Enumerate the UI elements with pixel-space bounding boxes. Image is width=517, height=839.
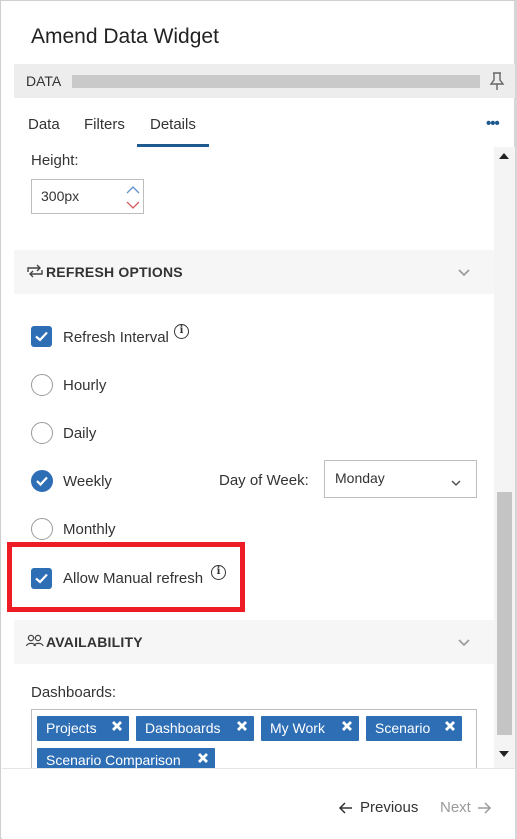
radio-hourly-label: Hourly — [63, 377, 107, 394]
tag-projects: Projects — [37, 716, 129, 741]
next-label: Next — [440, 799, 471, 816]
chevron-down-icon — [450, 474, 462, 487]
radio-monthly-label: Monthly — [63, 521, 116, 538]
tag-my-work: My Work — [261, 716, 359, 741]
scrollbar-thumb[interactable] — [497, 492, 512, 735]
refresh-options-header[interactable]: REFRESH OPTIONS — [14, 250, 494, 294]
radio-daily-label: Daily — [63, 425, 97, 442]
tab-details[interactable]: Details — [137, 116, 209, 147]
more-menu-icon[interactable]: ••• — [486, 115, 500, 132]
height-value[interactable]: 300px — [41, 188, 79, 204]
previous-button[interactable]: Previous — [338, 799, 418, 816]
vertical-scrollbar[interactable] — [494, 147, 515, 768]
tab-bar: Data Filters Details ••• — [14, 105, 515, 147]
remove-tag-icon[interactable] — [196, 751, 210, 765]
highlight-annotation — [7, 542, 245, 612]
dashboards-label: Dashboards: — [31, 684, 117, 701]
remove-tag-icon[interactable] — [443, 719, 457, 733]
height-stepper[interactable]: 300px — [31, 179, 144, 214]
users-icon — [25, 633, 45, 649]
decrement-icon[interactable] — [125, 198, 141, 210]
refresh-options-title: REFRESH OPTIONS — [46, 264, 183, 280]
refresh-interval-label: Refresh Interval — [63, 329, 169, 346]
height-label: Height: — [31, 152, 79, 169]
refresh-interval-checkbox[interactable] — [31, 326, 52, 347]
tab-data[interactable]: Data — [28, 116, 60, 133]
availability-header[interactable]: AVAILABILITY — [14, 620, 494, 664]
radio-hourly[interactable] — [31, 374, 53, 396]
next-button[interactable]: Next — [440, 799, 492, 816]
info-icon[interactable]: i — [174, 324, 189, 339]
data-bar-label: DATA — [26, 73, 62, 89]
tag-scenario: Scenario — [366, 716, 462, 741]
tag-scenario-comparison: Scenario Comparison — [37, 748, 215, 768]
data-bar: DATA — [14, 64, 515, 98]
radio-daily[interactable] — [31, 422, 53, 444]
remove-tag-icon[interactable] — [340, 719, 354, 733]
widget-dialog: Amend Data Widget DATA Data Filters Deta… — [0, 0, 517, 839]
details-panel: Height: 300px REFRESH OPTIONS Refresh In… — [14, 147, 494, 768]
remove-tag-icon[interactable] — [110, 719, 124, 733]
refresh-icon — [25, 263, 45, 279]
tab-filters[interactable]: Filters — [84, 116, 125, 133]
tag-dashboards: Dashboards — [136, 716, 254, 741]
day-of-week-label: Day of Week: — [219, 472, 309, 489]
chevron-down-icon[interactable] — [457, 265, 471, 277]
availability-title: AVAILABILITY — [46, 634, 143, 650]
radio-monthly[interactable] — [31, 518, 53, 540]
pin-icon[interactable] — [488, 70, 506, 92]
dashboards-tag-input[interactable]: Projects Dashboards My Work Scenario Sce… — [31, 709, 477, 768]
dialog-title: Amend Data Widget — [31, 25, 219, 48]
increment-icon[interactable] — [125, 183, 141, 195]
scroll-up-icon[interactable] — [499, 153, 509, 159]
data-bar-track — [72, 75, 480, 88]
dialog-footer: Previous Next — [2, 768, 515, 839]
day-of-week-value: Monday — [335, 470, 385, 486]
radio-weekly-label: Weekly — [63, 473, 112, 490]
day-of-week-select[interactable]: Monday — [324, 460, 477, 498]
remove-tag-icon[interactable] — [235, 719, 249, 733]
scroll-down-icon[interactable] — [499, 751, 509, 757]
chevron-down-icon[interactable] — [457, 635, 471, 647]
radio-weekly[interactable] — [31, 470, 53, 492]
